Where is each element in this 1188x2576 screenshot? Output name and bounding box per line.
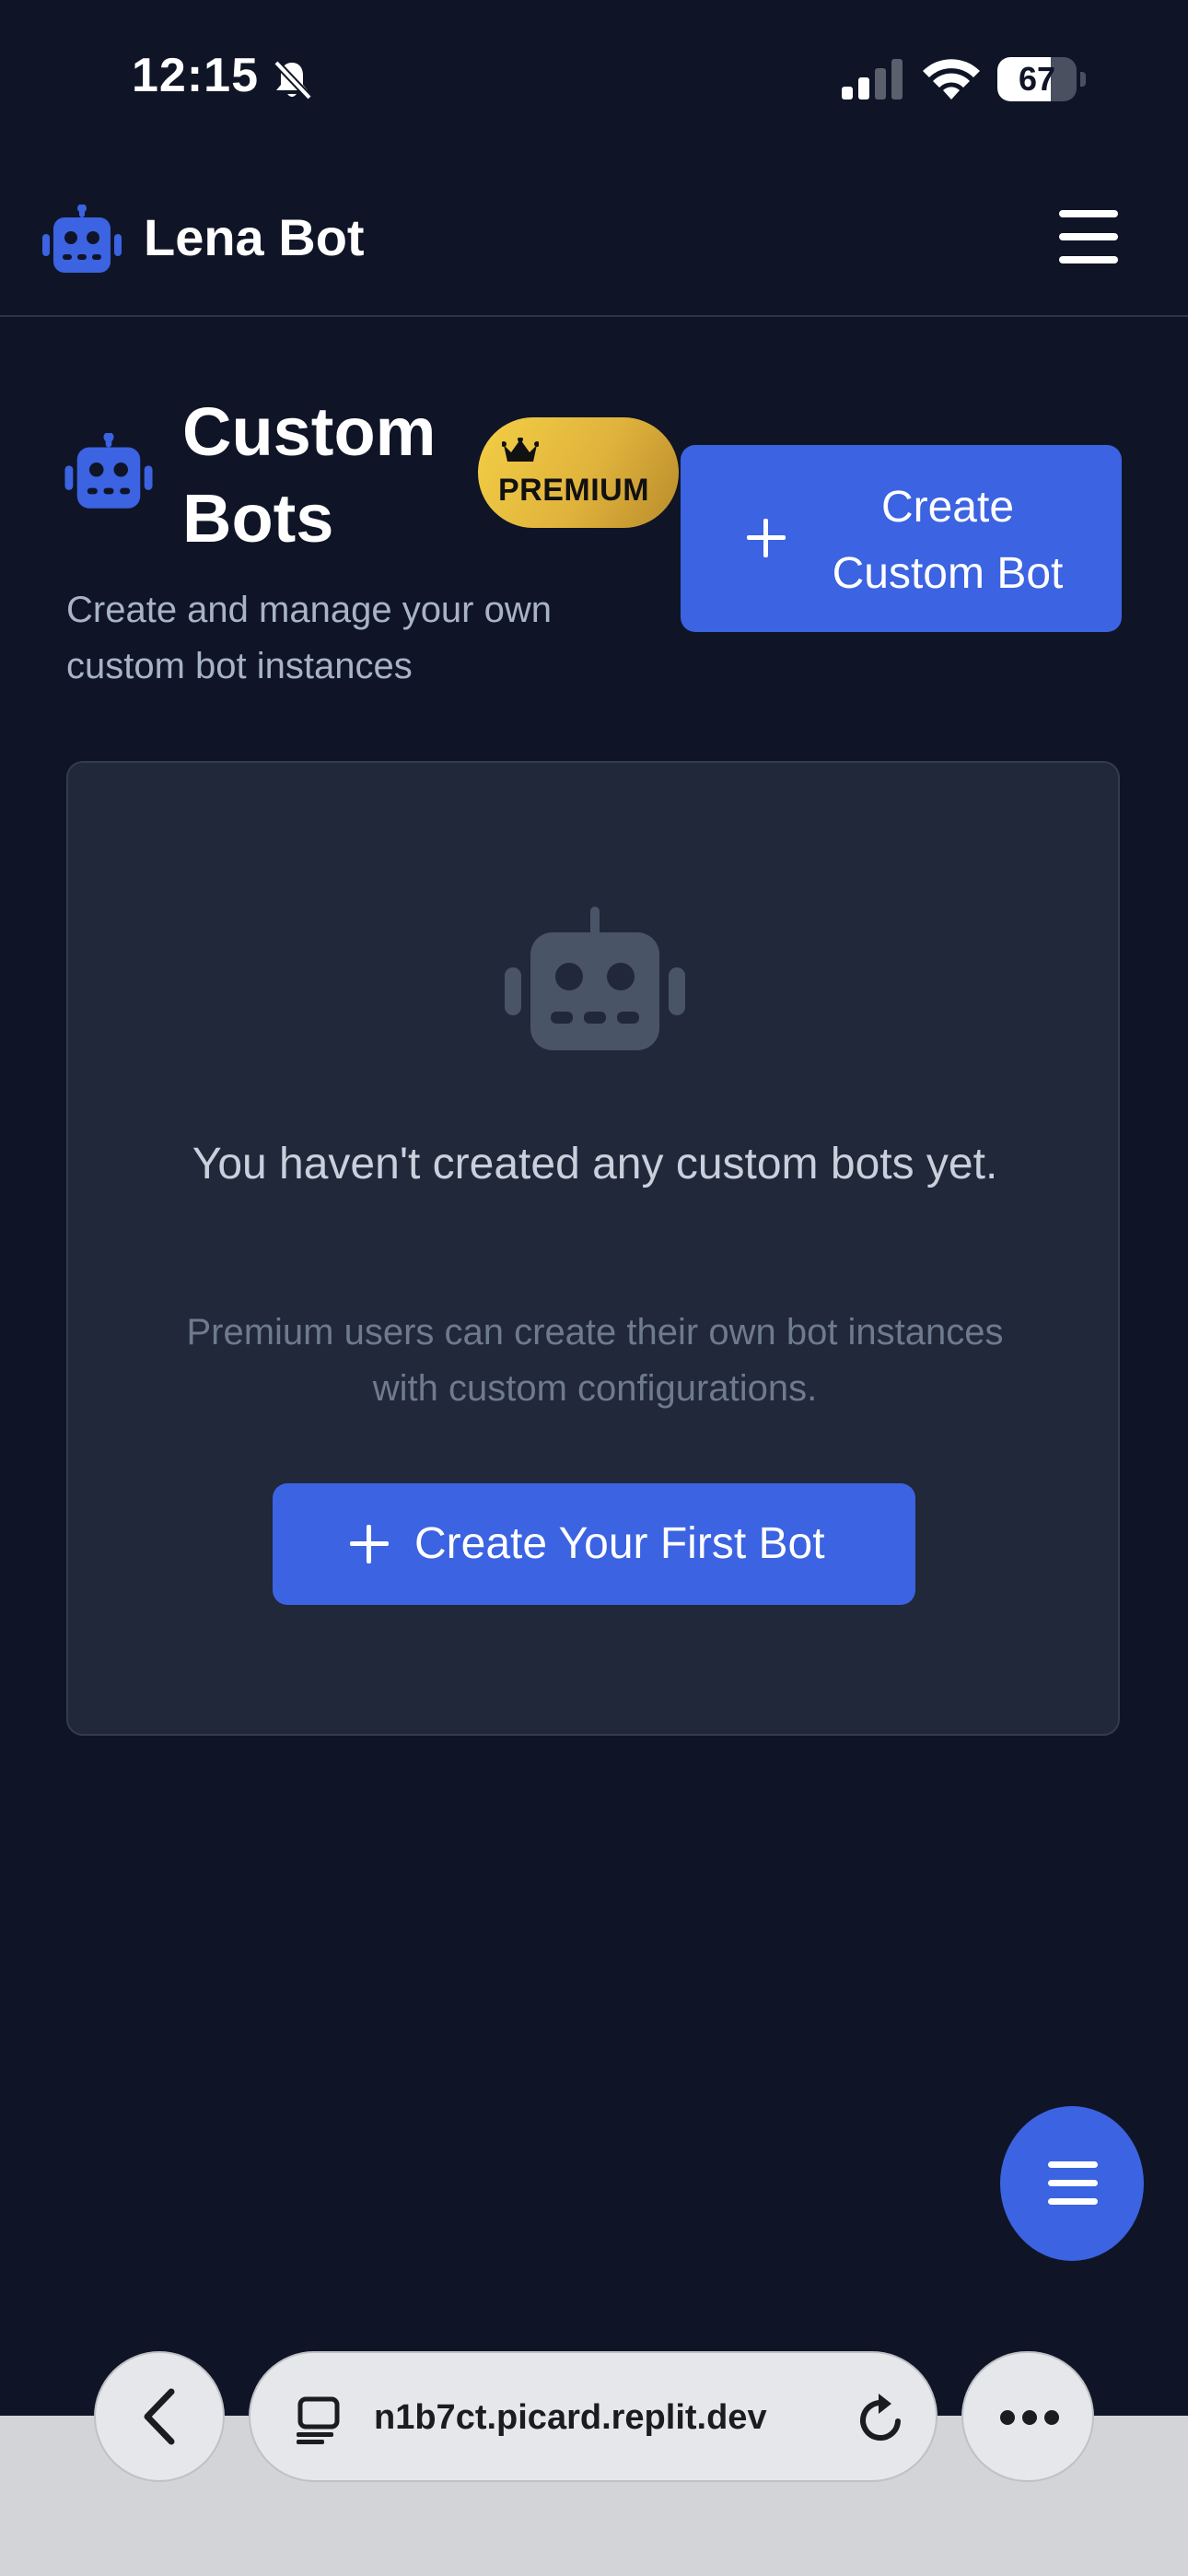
hamburger-menu-icon [1048,2161,1098,2168]
hamburger-menu-icon [1059,210,1118,217]
wifi-icon [923,59,980,100]
plus-icon [350,1525,389,1563]
empty-state-title: You haven't created any custom bots yet. [192,1140,998,1188]
battery-percent: 67 [1018,60,1056,98]
status-time: 12:15 [132,49,259,102]
page-title: Custom Bots [182,393,437,556]
hamburger-menu-button[interactable] [1057,208,1122,265]
status-bar: 12:15 67 [0,0,1188,157]
browser-back-button[interactable] [94,2351,225,2482]
address-bar[interactable]: n1b7ct.picard.replit.dev [249,2351,938,2482]
cellular-signal-icon [842,59,903,100]
battery-indicator: 67 [997,57,1086,101]
crown-icon [502,438,539,462]
create-custom-bot-button[interactable]: Create Custom Bot [681,445,1122,632]
empty-state-description: Premium users can create their own bot i… [186,1312,1004,1409]
premium-badge-label: PREMIUM [498,473,650,508]
brand-title[interactable]: Lena Bot [144,205,365,271]
bell-muted-icon [274,60,312,100]
url-text: n1b7ct.picard.replit.dev [374,2398,767,2437]
floating-menu-button[interactable] [1000,2106,1144,2261]
more-dots-icon [1000,2410,1059,2425]
reload-icon[interactable] [855,2390,908,2447]
tabs-icon [297,2396,340,2444]
create-first-bot-button[interactable]: Create Your First Bot [273,1483,915,1605]
page-subtitle: Create and manage your own custom bot in… [66,590,552,686]
browser-more-button[interactable] [961,2351,1094,2482]
create-first-bot-label: Create Your First Bot [414,1519,825,1568]
premium-badge: PREMIUM [478,417,679,528]
robot-icon [42,205,122,273]
chevron-left-icon [144,2388,175,2445]
create-custom-bot-label: Create Custom Bot [832,483,1064,598]
empty-state-card: You haven't created any custom bots yet.… [66,761,1120,1736]
robot-icon [505,907,685,1050]
plus-icon [747,519,786,557]
robot-icon [64,433,153,509]
top-navbar: Lena Bot [0,157,1188,317]
